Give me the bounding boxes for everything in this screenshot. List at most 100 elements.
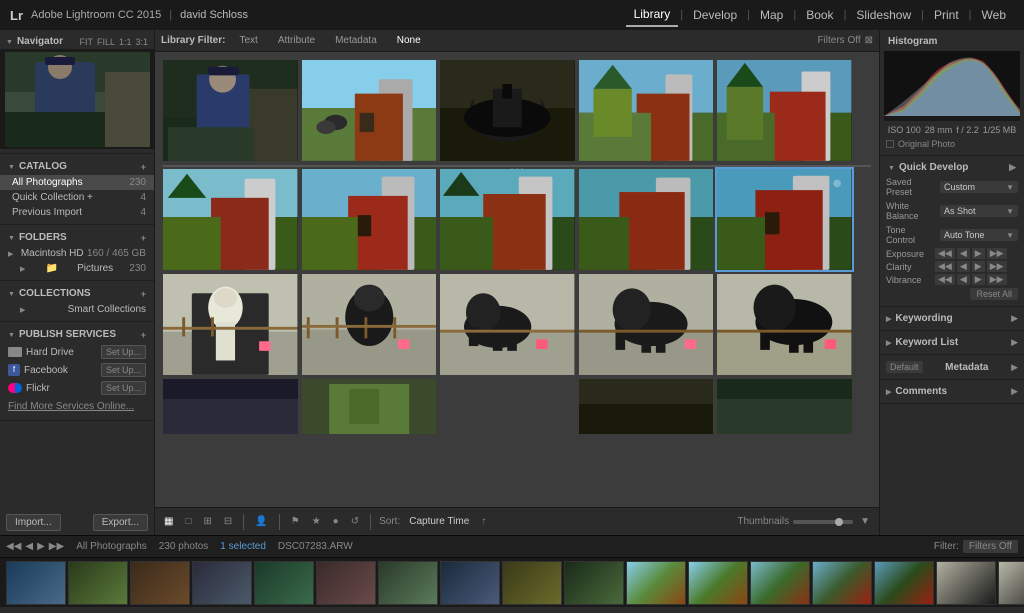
export-button[interactable]: Export...	[93, 514, 148, 531]
grid-cell-15[interactable]	[717, 274, 852, 375]
grid-cell-2[interactable]	[302, 60, 437, 161]
sort-asc-btn[interactable]: ↑	[478, 515, 489, 528]
collections-add[interactable]: +	[141, 289, 146, 299]
grid-cell-6[interactable]	[163, 169, 298, 270]
filmstrip-thumb-1[interactable]	[6, 561, 66, 605]
keyword-list-header[interactable]: Keyword List ▶	[880, 335, 1024, 350]
nav-book[interactable]: Book	[798, 4, 841, 26]
clarity-inc[interactable]: ▶	[972, 261, 985, 272]
filmstrip-prev[interactable]: ◀	[25, 541, 33, 552]
metadata-header[interactable]: Default Metadata ▶	[880, 359, 1024, 375]
grid-cell-12[interactable]	[302, 274, 437, 375]
catalog-add[interactable]: +	[141, 162, 146, 172]
filmstrip-thumb-3[interactable]	[130, 561, 190, 605]
exposure-dec-dec[interactable]: ◀◀	[935, 248, 955, 259]
nav-map[interactable]: Map	[752, 4, 791, 26]
filmstrip-thumb-17[interactable]	[998, 561, 1024, 605]
filter-text-btn[interactable]: Text	[233, 34, 263, 47]
filmstrip-thumb-13[interactable]	[750, 561, 810, 605]
catalog-header[interactable]: Catalog +	[0, 158, 154, 175]
vibrance-dec[interactable]: ◀	[957, 274, 970, 285]
folders-header[interactable]: Folders +	[0, 229, 154, 246]
filmstrip-thumb-14[interactable]	[812, 561, 872, 605]
clarity-inc-inc[interactable]: ▶▶	[987, 261, 1007, 272]
folder-macintosh-hd[interactable]: Macintosh HD 160 / 465 GB	[0, 246, 154, 261]
publish-services-add[interactable]: +	[141, 330, 146, 340]
flickr-setup[interactable]: Set Up...	[101, 381, 146, 395]
grid-cell-14[interactable]	[579, 274, 714, 375]
filmstrip-next-next[interactable]: ▶▶	[49, 541, 64, 552]
grid-cell-8[interactable]	[440, 169, 575, 270]
find-more-services[interactable]: Find More Services Online...	[0, 397, 154, 416]
color-btn[interactable]: ●	[330, 515, 342, 528]
filter-metadata-btn[interactable]: Metadata	[329, 34, 383, 47]
collection-smart[interactable]: Smart Collections	[0, 302, 154, 317]
grid-cell-1[interactable]	[163, 60, 298, 161]
filmstrip-thumb-6[interactable]	[316, 561, 376, 605]
nav-slideshow[interactable]: Slideshow	[848, 4, 919, 26]
navigator-thumbnail[interactable]	[0, 49, 154, 149]
nav-print[interactable]: Print	[926, 4, 967, 26]
filmstrip-prev-prev[interactable]: ◀◀	[6, 541, 21, 552]
compare-view-btn[interactable]: ⊞	[201, 515, 215, 528]
filmstrip-thumb-2[interactable]	[68, 561, 128, 605]
filmstrip-thumb-10[interactable]	[564, 561, 624, 605]
filmstrip-thumb-11[interactable]	[626, 561, 686, 605]
metadata-default-select[interactable]: Default	[886, 361, 923, 373]
grid-view-btn[interactable]: ▦	[161, 515, 176, 528]
zoom-1-1[interactable]: 1:1	[119, 37, 132, 47]
photo-grid[interactable]: • • •	[155, 52, 879, 507]
grid-cell-20[interactable]	[717, 379, 852, 434]
star-btn[interactable]: ★	[309, 515, 324, 528]
zoom-3-1[interactable]: 3:1	[135, 37, 148, 47]
filter-none-btn[interactable]: None	[391, 34, 427, 47]
navigator-label[interactable]: Navigator	[6, 36, 63, 47]
exposure-inc[interactable]: ▶	[972, 248, 985, 259]
facebook-setup[interactable]: Set Up...	[101, 363, 146, 377]
catalog-all-photos[interactable]: All Photographs 230	[0, 175, 154, 190]
sort-value[interactable]: Capture Time	[406, 515, 472, 528]
vibrance-inc[interactable]: ▶	[972, 274, 985, 285]
filmstrip-thumb-4[interactable]	[192, 561, 252, 605]
reset-all-button[interactable]: Reset All	[970, 288, 1018, 300]
people-view-btn[interactable]: 👤	[252, 515, 270, 528]
nav-web[interactable]: Web	[974, 4, 1014, 26]
scroll-down-btn[interactable]: ▼	[857, 515, 873, 528]
vibrance-dec-dec[interactable]: ◀◀	[935, 274, 955, 285]
filmstrip-thumb-5[interactable]	[254, 561, 314, 605]
nav-develop[interactable]: Develop	[685, 4, 745, 26]
filmstrip-thumb-16[interactable]	[936, 561, 996, 605]
grid-cell-19[interactable]	[579, 379, 714, 434]
hard-drive-setup[interactable]: Set Up...	[101, 345, 146, 359]
catalog-quick-collection[interactable]: Quick Collection + 4	[0, 190, 154, 205]
grid-cell-18[interactable]	[440, 379, 575, 434]
white-balance-value[interactable]: As Shot ▼	[940, 205, 1018, 217]
clarity-dec-dec[interactable]: ◀◀	[935, 261, 955, 272]
filmstrip-filter-off[interactable]: Filters Off	[963, 540, 1018, 553]
grid-cell-7[interactable]	[302, 169, 437, 270]
zoom-fit[interactable]: FIT	[79, 37, 93, 47]
filter-toggle[interactable]: ⊠	[865, 35, 873, 46]
grid-cell-5[interactable]	[717, 60, 852, 161]
folders-add[interactable]: +	[141, 233, 146, 243]
filmstrip-thumb-7[interactable]	[378, 561, 438, 605]
saved-preset-value[interactable]: Custom ▼	[940, 181, 1018, 193]
filmstrip-thumb-9[interactable]	[502, 561, 562, 605]
comments-header[interactable]: Comments ▶	[880, 384, 1024, 399]
tone-control-value[interactable]: Auto Tone ▼	[940, 229, 1018, 241]
flag-btn[interactable]: ⚑	[288, 515, 303, 528]
loupe-view-btn[interactable]: □	[182, 515, 194, 528]
filmstrip-next[interactable]: ▶	[37, 541, 45, 552]
grid-cell-3[interactable]	[440, 60, 575, 161]
grid-cell-17[interactable]	[302, 379, 437, 434]
publish-services-header[interactable]: Publish Services +	[0, 326, 154, 343]
nav-library[interactable]: Library	[626, 3, 679, 27]
thumbnail-size-slider[interactable]	[793, 520, 853, 524]
exposure-dec[interactable]: ◀	[957, 248, 970, 259]
vibrance-inc-inc[interactable]: ▶▶	[987, 274, 1007, 285]
quick-develop-header[interactable]: Quick Develop ▶	[880, 160, 1024, 175]
grid-cell-16[interactable]	[163, 379, 298, 434]
filmstrip-thumb-15[interactable]	[874, 561, 934, 605]
rotate-btn[interactable]: ↺	[348, 515, 362, 528]
survey-view-btn[interactable]: ⊟	[221, 515, 235, 528]
